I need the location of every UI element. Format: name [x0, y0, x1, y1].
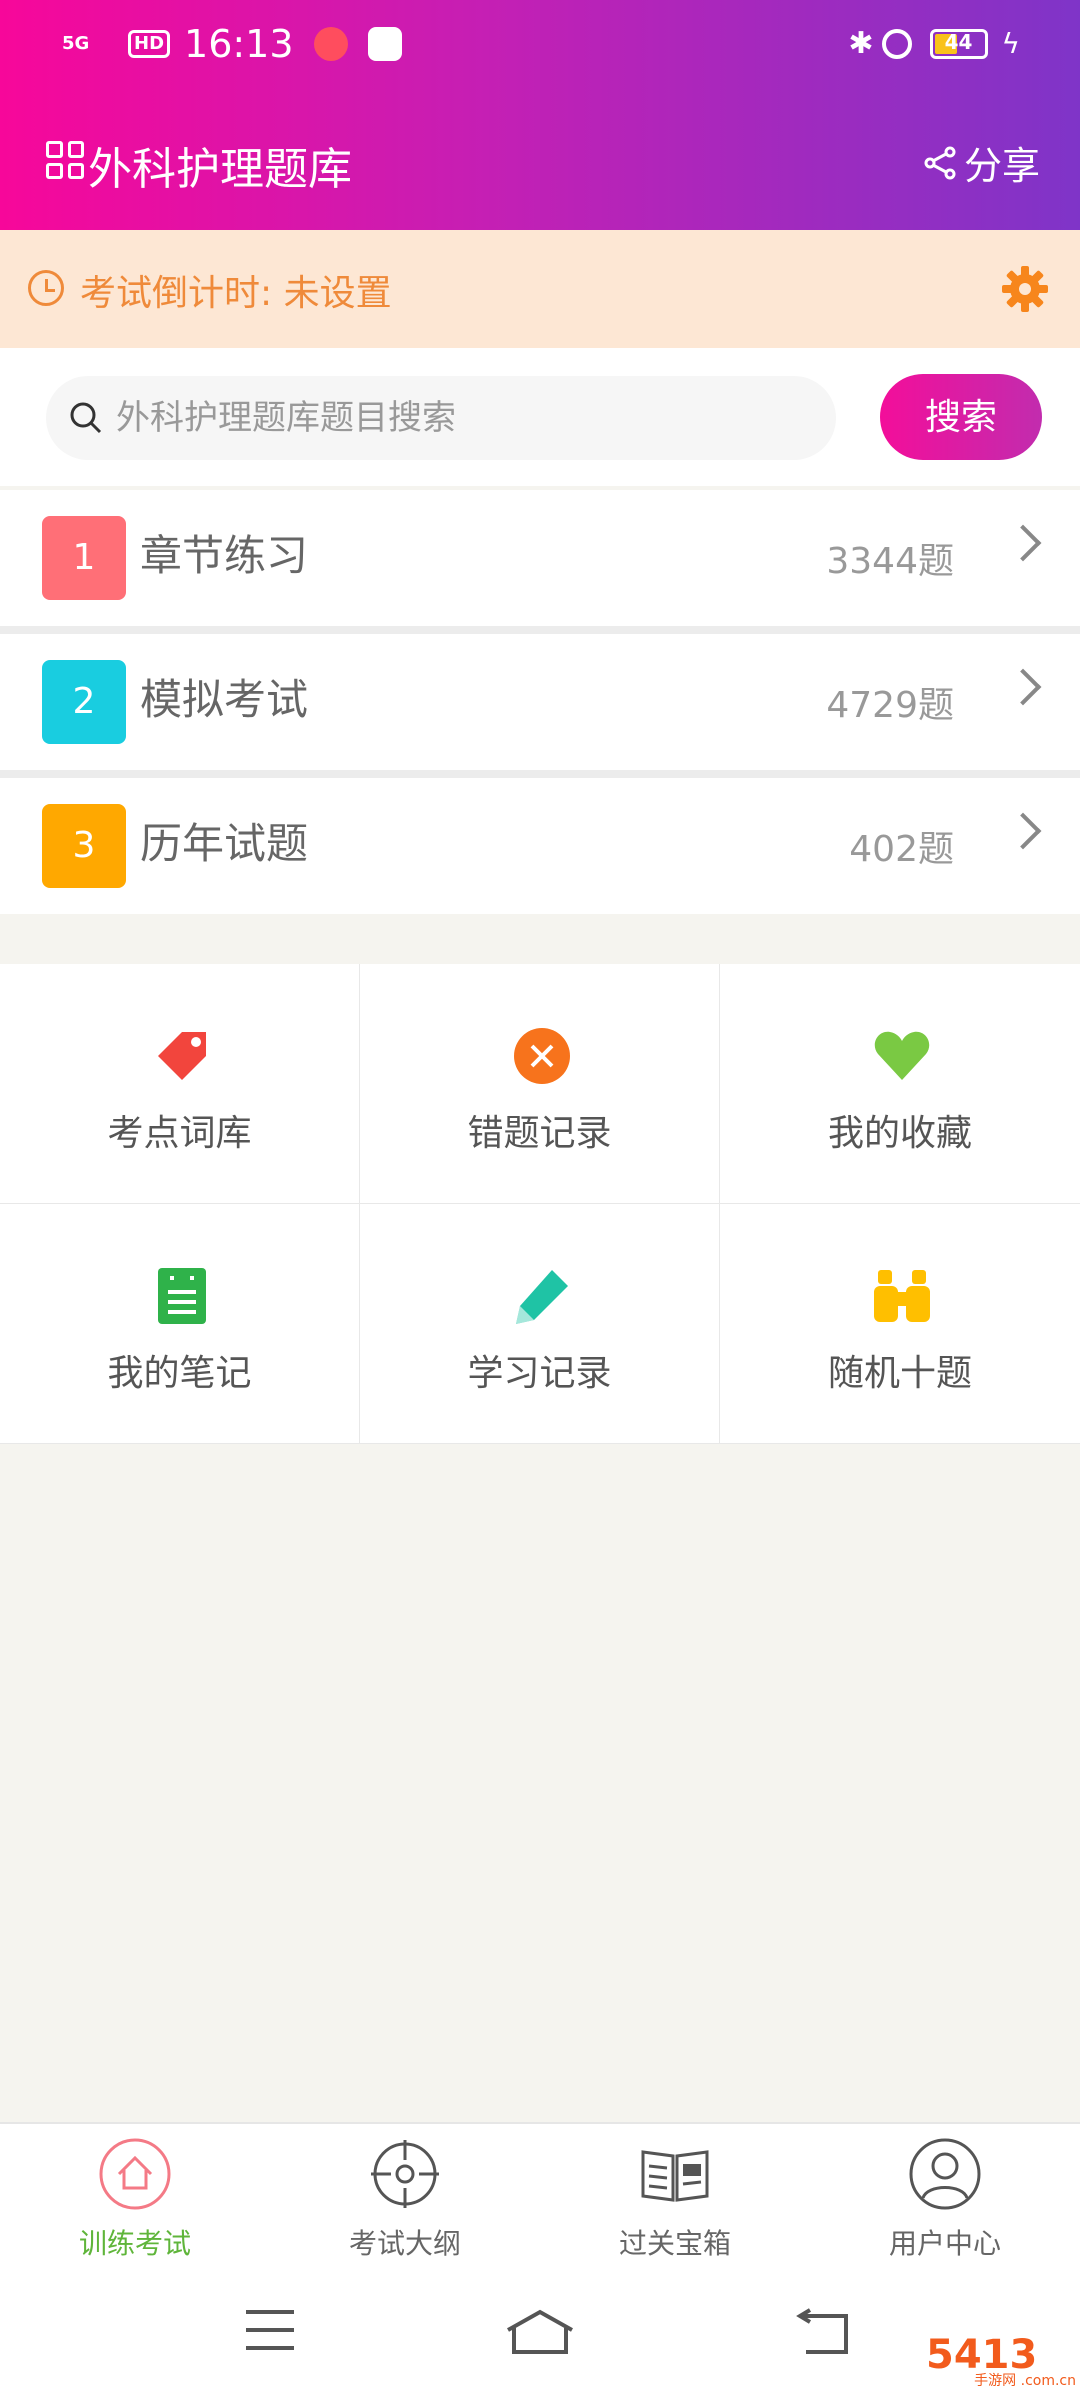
- app-header: 5G HD 16:13 ✱ 44 ϟ 外科护理题库 分享: [0, 0, 1080, 230]
- list-item-mock-exam[interactable]: 2 模拟考试 4729题: [0, 634, 1080, 770]
- bottom-tab-bar: 训练考试 考试大纲 过关宝箱 用户中心: [0, 2122, 1080, 2272]
- hd-badge: HD: [128, 30, 171, 58]
- close-circle-icon: [514, 1028, 570, 1084]
- system-nav-bar: [0, 2272, 1080, 2400]
- back-icon[interactable]: [796, 2308, 852, 2356]
- home-icon: [99, 2138, 171, 2210]
- section-label: 章节练习: [140, 531, 309, 580]
- list-item-past-exams[interactable]: 3 历年试题 402题: [0, 778, 1080, 914]
- search-area: 搜索: [0, 348, 1080, 486]
- battery-level: 44: [944, 29, 973, 54]
- divider: [0, 626, 1080, 634]
- tool-label: 我的笔记: [107, 1353, 252, 1394]
- tab-user-center[interactable]: 用户中心: [845, 2138, 1045, 2268]
- notification-app-icon: [313, 27, 348, 61]
- status-time: 16:13: [184, 22, 294, 66]
- bluetooth-icon: ✱: [848, 26, 874, 61]
- chevron-right-icon: [1004, 812, 1042, 850]
- tab-exam-outline[interactable]: 考试大纲: [305, 2138, 505, 2268]
- search-box[interactable]: [46, 376, 836, 460]
- search-input[interactable]: [116, 394, 816, 442]
- exam-countdown-bar[interactable]: 考试倒计时: 未设置: [0, 230, 1080, 348]
- chevron-right-icon: [1004, 668, 1042, 706]
- countdown-text: 考试倒计时: 未设置: [80, 273, 392, 314]
- tool-label: 随机十题: [827, 1353, 972, 1394]
- section-count: 402题: [849, 829, 954, 870]
- tab-training-exam[interactable]: 训练考试: [35, 2138, 235, 2268]
- tab-label: 用户中心: [888, 2227, 1001, 2260]
- tool-label: 错题记录: [467, 1113, 612, 1154]
- tool-favorites[interactable]: 我的收藏: [720, 964, 1080, 1204]
- heart-icon: [874, 1031, 930, 1080]
- menu-icon[interactable]: [244, 2308, 296, 2352]
- tag-icon: [158, 1032, 206, 1080]
- share-label: 分享: [963, 144, 1040, 188]
- watermark-logo: 5413 手游网 .com.cn: [926, 2332, 1076, 2396]
- alarm-icon: [881, 28, 912, 59]
- tab-label: 过关宝箱: [618, 2227, 731, 2260]
- charging-icon: ϟ: [1001, 27, 1020, 60]
- tool-key-terms[interactable]: 考点词库: [0, 964, 360, 1204]
- target-icon: [371, 2140, 439, 2208]
- signal-indicator: 5G: [62, 33, 90, 54]
- home-nav-icon[interactable]: [504, 2308, 576, 2356]
- page-title: 外科护理题库: [88, 144, 352, 195]
- tool-notes[interactable]: 我的笔记: [0, 1204, 360, 1444]
- share-button[interactable]: 分享: [924, 135, 1040, 190]
- section-count: 4729题: [826, 685, 954, 726]
- section-number: 3: [42, 804, 126, 888]
- section-label: 历年试题: [140, 819, 309, 868]
- notification-bag-icon: [367, 27, 402, 61]
- section-count: 3344题: [826, 541, 954, 582]
- tab-label: 训练考试: [78, 2227, 191, 2260]
- tool-grid: 考点词库 错题记录 我的收藏 我的笔记 学习记录 随机十题: [0, 964, 1080, 1444]
- divider: [0, 770, 1080, 778]
- section-label: 模拟考试: [140, 675, 309, 724]
- tool-label: 学习记录: [467, 1353, 612, 1394]
- binoculars-icon: [874, 1270, 930, 1322]
- tool-label: 考点词库: [107, 1113, 252, 1154]
- share-icon: [924, 146, 956, 179]
- section-number: 2: [42, 660, 126, 744]
- tool-study-history[interactable]: 学习记录: [360, 1204, 720, 1444]
- note-icon: [158, 1268, 206, 1324]
- clock-icon: [28, 270, 64, 306]
- list-item-chapter-practice[interactable]: 1 章节练习 3344题: [0, 490, 1080, 626]
- tab-label: 考试大纲: [348, 2227, 461, 2260]
- section-number: 1: [42, 516, 126, 600]
- user-icon: [909, 2138, 981, 2210]
- battery-icon: 44: [929, 28, 988, 59]
- tool-random-ten[interactable]: 随机十题: [720, 1204, 1080, 1444]
- app-bar: 外科护理题库 分享: [0, 125, 1080, 195]
- apps-grid-icon[interactable]: [46, 141, 84, 179]
- tool-wrong-answers[interactable]: 错题记录: [360, 964, 720, 1204]
- pencil-icon: [516, 1270, 568, 1324]
- search-icon: [70, 402, 102, 434]
- tab-treasure-box[interactable]: 过关宝箱: [575, 2138, 775, 2268]
- tool-label: 我的收藏: [827, 1113, 972, 1154]
- chevron-right-icon: [1004, 524, 1042, 562]
- news-book-icon: [641, 2150, 709, 2202]
- search-button[interactable]: 搜索: [880, 374, 1042, 460]
- status-bar: 5G HD 16:13 ✱ 44 ϟ: [0, 18, 1080, 68]
- gear-icon[interactable]: [1000, 264, 1050, 314]
